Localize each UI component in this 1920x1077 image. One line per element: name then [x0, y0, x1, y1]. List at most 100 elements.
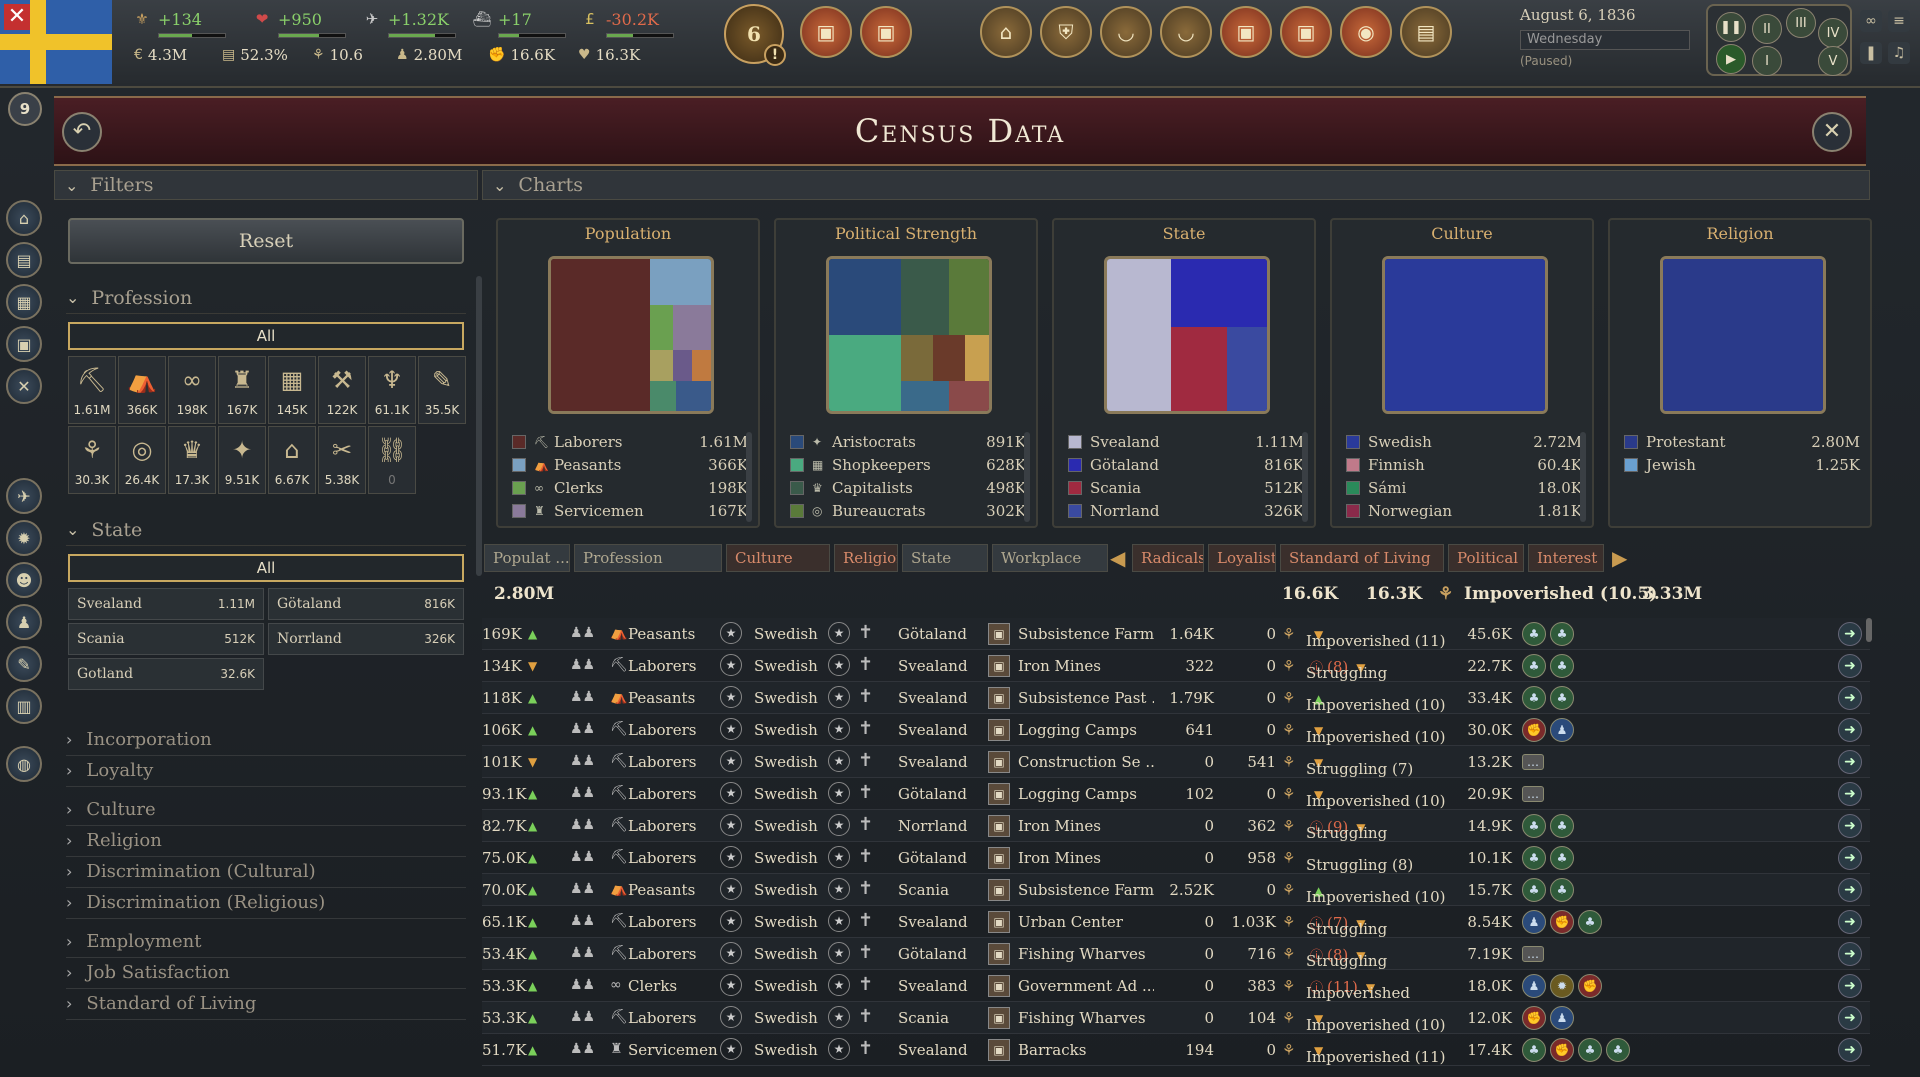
- gdp-stat[interactable]: €4.3M: [134, 46, 187, 64]
- profession-filter-academics[interactable]: ⌂ 6.67K: [268, 426, 316, 494]
- table-row[interactable]: 53.3K ▲ ♟♟ ⛏ Laborers ★ Swedish ★ ✝ Scania ▣ Fishin…: [482, 1002, 1870, 1034]
- table-row[interactable]: 51.7K ▲ ♟♟ ♜ Servicemen ★ Swedish ★ ✝ Svealand ▣ Ba…: [482, 1034, 1870, 1066]
- goto-arrow-icon[interactable]: ➜: [1838, 654, 1862, 678]
- profession-filter-capitalists[interactable]: ♛ 17.3K: [168, 426, 216, 494]
- treemap-block[interactable]: [650, 380, 676, 411]
- workplace-name[interactable]: Iron Mines: [1018, 817, 1101, 835]
- interest-group-icon[interactable]: ♟: [1550, 1006, 1574, 1030]
- legend-item[interactable]: ♜ Servicemen 167K: [512, 499, 748, 522]
- table-row[interactable]: 53.4K ▲ ♟♟ ⛏ Laborers ★ Swedish ★ ✝ Götaland ▣ Fish…: [482, 938, 1870, 970]
- treemap-block[interactable]: [551, 259, 651, 411]
- workplace-name[interactable]: Subsistence Farms: [1018, 625, 1154, 643]
- table-row[interactable]: 118K ▲ ♟♟ ⛺ Peasants ★ Swedish ★ ✝ Svealand ▣ Subsi…: [482, 682, 1870, 714]
- profession-filter-engineers[interactable]: ✂ 5.38K: [318, 426, 366, 494]
- shield-button[interactable]: ⛨: [1040, 6, 1092, 58]
- population-icon[interactable]: ♟: [6, 604, 42, 640]
- crate-button-3[interactable]: ▣: [1220, 6, 1272, 58]
- legend-item[interactable]: ⛺ Peasants 366K: [512, 453, 748, 476]
- goto-arrow-icon[interactable]: ➜: [1838, 974, 1862, 998]
- legend-item[interactable]: Finnish 60.4K: [1346, 453, 1582, 476]
- interest-group-icon[interactable]: ♣: [1550, 846, 1574, 870]
- workplace-name[interactable]: Urban Center: [1018, 913, 1123, 931]
- goto-arrow-icon[interactable]: ➜: [1838, 942, 1862, 966]
- legend-item[interactable]: Svealand 1.11M: [1068, 430, 1304, 453]
- speed-3-button[interactable]: III: [1786, 8, 1816, 38]
- table-row[interactable]: 65.1K ▲ ♟♟ ⛏ Laborers ★ Swedish ★ ✝ Svealand ▣ Urba…: [482, 906, 1870, 938]
- column-header[interactable]: Loyalists: [1208, 544, 1276, 572]
- state-all-button[interactable]: All: [68, 554, 464, 582]
- table-row[interactable]: 169K ▲ ♟♟ ⛺ Peasants ★ Swedish ★ ✝ Götaland ▣ Subsi…: [482, 618, 1870, 650]
- state-filter-gotland[interactable]: Gotland 32.6K: [68, 658, 264, 690]
- treemap-block[interactable]: [829, 259, 901, 335]
- profession-filter-officers[interactable]: ♆ 61.1K: [368, 356, 416, 424]
- treemap[interactable]: [1660, 256, 1826, 414]
- legend-item[interactable]: ♛ Capitalists 498K: [790, 476, 1026, 499]
- workplace-name[interactable]: Fishing Wharves: [1018, 945, 1146, 963]
- filter-section-incorporation[interactable]: › Incorporation: [66, 724, 466, 756]
- population-stat[interactable]: ♟ 2.80M: [396, 46, 462, 64]
- sol-stat[interactable]: ⚘ 10.6: [312, 46, 363, 64]
- journal-icon[interactable]: ✎: [6, 646, 42, 682]
- interest-group-icon[interactable]: ♣: [1522, 878, 1546, 902]
- menu-icon[interactable]: ≡: [1888, 10, 1910, 32]
- goto-arrow-icon[interactable]: ➜: [1838, 910, 1862, 934]
- bureaucracy-resource[interactable]: ✈ +1.32K: [360, 4, 456, 38]
- crate-button-4[interactable]: ▣: [1280, 6, 1332, 58]
- literacy-stat[interactable]: ▤ 52.3%: [222, 46, 288, 64]
- interest-group-icon[interactable]: ♟: [1522, 974, 1546, 998]
- goto-arrow-icon[interactable]: ➜: [1838, 1038, 1862, 1062]
- crate-button-2[interactable]: ▣: [860, 6, 912, 58]
- loyalists-stat[interactable]: ♥ 16.3K: [578, 46, 640, 64]
- speed-2-button[interactable]: II: [1752, 14, 1782, 44]
- legend-item[interactable]: ◎ Bureaucrats 302K: [790, 499, 1026, 522]
- interest-group-icon[interactable]: ♣: [1578, 910, 1602, 934]
- treemap-block[interactable]: [1385, 259, 1545, 411]
- interest-group-icon[interactable]: ✹: [1550, 974, 1574, 998]
- filter-section-discrimination-cultural[interactable]: › Discrimination (Cultural): [66, 856, 466, 888]
- goto-arrow-icon[interactable]: ➜: [1838, 718, 1862, 742]
- treemap-block[interactable]: [949, 380, 989, 411]
- speed-1-button[interactable]: I: [1752, 46, 1782, 76]
- convoys-resource[interactable]: ⛴ +17: [470, 4, 566, 38]
- economy-icon[interactable]: ▤: [6, 242, 42, 278]
- profession-filter-laborers[interactable]: ⛏ 1.61M: [68, 356, 116, 424]
- state-filter-norrland[interactable]: Norrland 326K: [268, 623, 464, 655]
- treemap-block[interactable]: [675, 380, 711, 411]
- filter-section-loyalty[interactable]: › Loyalty: [66, 755, 466, 787]
- money-resource[interactable]: £ -30.2K: [578, 4, 674, 38]
- influence-resource[interactable]: ❤ +950: [250, 4, 346, 38]
- workplace-name[interactable]: Construction Se ...: [1018, 753, 1154, 771]
- treemap-block[interactable]: [1171, 259, 1267, 328]
- chevron-left-icon[interactable]: ◀: [1110, 546, 1125, 570]
- interest-group-icon[interactable]: ♣: [1606, 1038, 1630, 1062]
- treemap-block[interactable]: [901, 380, 949, 411]
- table-scrollbar[interactable]: [1866, 618, 1872, 642]
- interest-group-icon[interactable]: ♣: [1522, 654, 1546, 678]
- interest-group-icon[interactable]: ♟: [1522, 910, 1546, 934]
- treemap-block[interactable]: [949, 259, 989, 335]
- treemap-block[interactable]: [1107, 259, 1171, 411]
- table-row[interactable]: 93.1K ▲ ♟♟ ⛏ Laborers ★ Swedish ★ ✝ Götaland ▣ Logg…: [482, 778, 1870, 810]
- profession-filter-clerks[interactable]: ∞ 198K: [168, 356, 216, 424]
- profession-filter-servicemen[interactable]: ♜ 167K: [218, 356, 266, 424]
- music-icon[interactable]: ♫: [1888, 42, 1910, 64]
- table-row[interactable]: 106K ▲ ♟♟ ⛏ Laborers ★ Swedish ★ ✝ Svealand ▣ Loggi…: [482, 714, 1870, 746]
- column-header[interactable]: Religion: [834, 544, 898, 572]
- interest-group-icon[interactable]: ♣: [1550, 878, 1574, 902]
- column-header[interactable]: Workplace: [992, 544, 1108, 572]
- treemap-block[interactable]: [672, 304, 711, 351]
- goto-arrow-icon[interactable]: ➜: [1838, 1006, 1862, 1030]
- link-icon[interactable]: ∞: [1860, 10, 1882, 32]
- state-filter-scania[interactable]: Scania 512K: [68, 623, 264, 655]
- filter-section-standard-of-living[interactable]: › Standard of Living: [66, 988, 466, 1020]
- interest-group-icon[interactable]: ♣: [1550, 814, 1574, 838]
- speech-icon[interactable]: …: [1522, 786, 1544, 802]
- legend-scrollbar[interactable]: [1302, 432, 1308, 522]
- interest-group-icon[interactable]: ✊: [1522, 1006, 1546, 1030]
- interest-group-icon[interactable]: ♣: [1522, 846, 1546, 870]
- treemap-block[interactable]: [650, 304, 673, 351]
- legend-item[interactable]: Jewish 1.25K: [1624, 453, 1860, 476]
- interest-group-icon[interactable]: ♣: [1550, 686, 1574, 710]
- interest-group-icon[interactable]: ✊: [1522, 718, 1546, 742]
- goto-arrow-icon[interactable]: ➜: [1838, 878, 1862, 902]
